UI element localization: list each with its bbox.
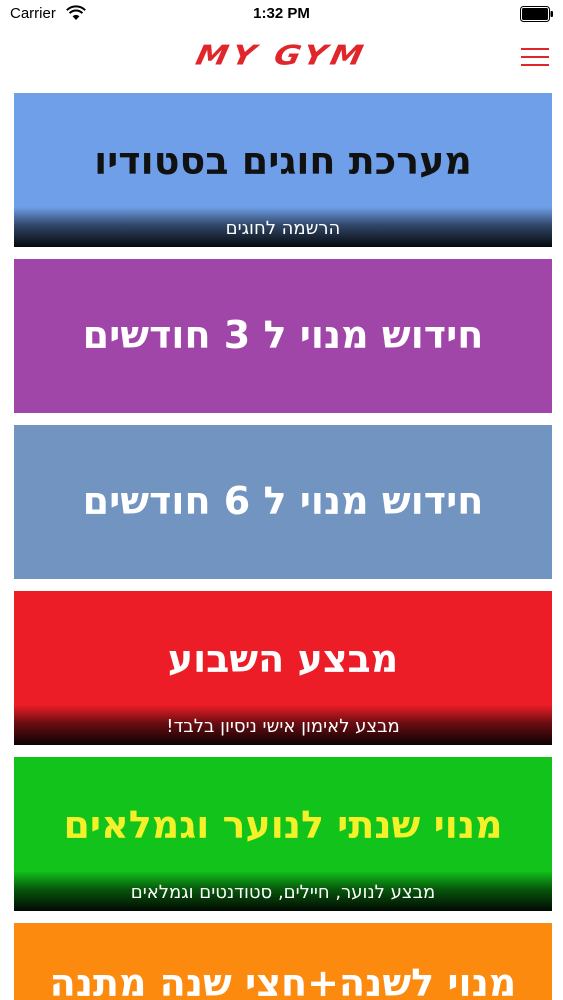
card-renew-3-months[interactable]: חידוש מנוי ל 3 חודשים — [14, 259, 552, 413]
hamburger-menu-icon[interactable] — [521, 46, 549, 68]
card-subtitle: מבצע לאימון אישי ניסיון בלבד! — [166, 716, 400, 737]
card-title: חידוש מנוי ל 3 חודשים — [82, 313, 484, 357]
card-subtitle: מבצע לנוער, חיילים, סטודנטים וגמלאים — [130, 882, 436, 903]
card-weekly-deal[interactable]: מבצע השבוע מבצע לאימון אישי ניסיון בלבד! — [14, 591, 552, 745]
card-renew-6-months[interactable]: חידוש מנוי ל 6 חודשים — [14, 425, 552, 579]
status-bar: Carrier 1:32 PM — [0, 0, 563, 30]
nav-bar: MY GYM — [0, 30, 563, 82]
app-logo: MY GYM — [192, 38, 370, 72]
card-title: מערכת חוגים בסטודיו — [94, 139, 472, 183]
status-time: 1:32 PM — [253, 5, 310, 22]
card-year-plus-half-free[interactable]: מנוי לשנה+חצי שנה מתנה — [14, 923, 552, 1000]
card-title: חידוש מנוי ל 6 חודשים — [82, 479, 484, 523]
card-studio-classes[interactable]: מערכת חוגים בסטודיו הרשמה לחוגים — [14, 93, 552, 247]
card-subtitle: הרשמה לחוגים — [225, 218, 341, 239]
battery-icon — [520, 6, 553, 22]
card-title: מבצע השבוע — [167, 637, 399, 681]
card-title: מנוי לשנה+חצי שנה מתנה — [49, 961, 517, 1000]
card-title: מנוי שנתי לנוער וגמלאים — [63, 803, 503, 847]
card-annual-youth-seniors[interactable]: מנוי שנתי לנוער וגמלאים מבצע לנוער, חיילי… — [14, 757, 552, 911]
